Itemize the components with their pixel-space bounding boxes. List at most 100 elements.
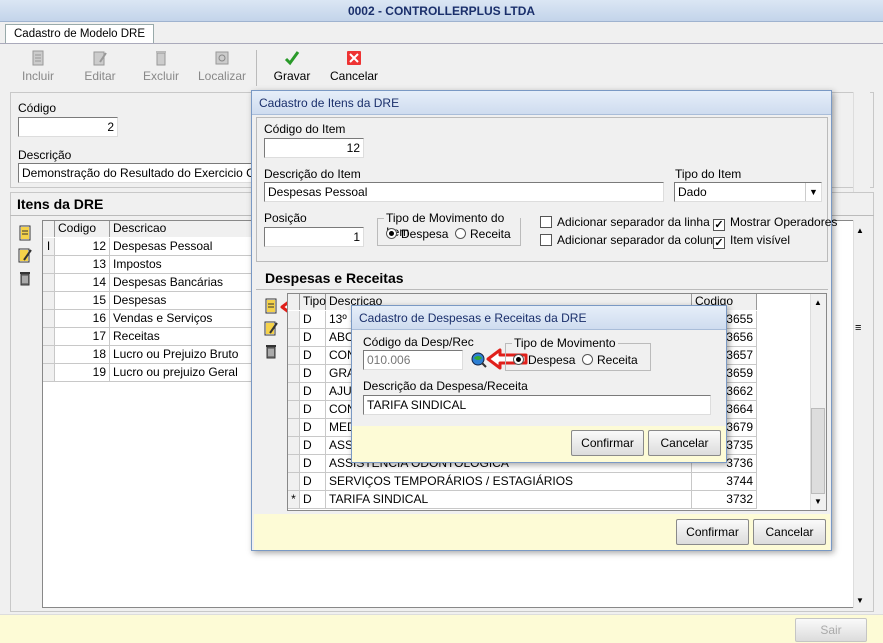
sair-button[interactable]: Sair (795, 618, 867, 642)
descricao-item-input[interactable]: Despesas Pessoal (264, 182, 664, 202)
row-indicator[interactable] (288, 329, 300, 347)
table-cell-codigo[interactable]: 18 (55, 346, 110, 364)
row-indicator[interactable] (288, 383, 300, 401)
row-indicator[interactable]: * (288, 491, 300, 509)
row-indicator[interactable] (43, 292, 55, 310)
itens-dre-scrollbar[interactable] (853, 220, 870, 608)
table-cell-codigo[interactable]: 17 (55, 328, 110, 346)
edit-item-icon[interactable] (17, 247, 33, 263)
descricao-desp-input[interactable]: TARIFA SINDICAL (363, 395, 711, 415)
table-cell-codigo[interactable]: 14 (55, 274, 110, 292)
editar-button[interactable]: Editar (80, 50, 120, 88)
cancelar-itens-button[interactable]: Cancelar (753, 519, 826, 545)
scroll-thumb[interactable] (811, 408, 825, 494)
despesa-radio[interactable]: Despesa (386, 227, 448, 241)
table-cell-tipo[interactable]: D (300, 401, 326, 419)
footer-bar (0, 614, 883, 643)
table-cell-descricao[interactable]: Impostos (110, 256, 255, 274)
table-cell-descricao[interactable]: Despesas (110, 292, 255, 310)
col-descricao-header[interactable]: Descricao (110, 221, 255, 237)
grid-indicator-header (43, 221, 55, 237)
row-indicator[interactable] (288, 473, 300, 491)
posicao-input[interactable]: 1 (264, 227, 364, 247)
checkmark-icon (284, 51, 300, 66)
table-cell-tipo[interactable]: D (300, 491, 326, 509)
descricao-input[interactable]: Demonstração do Resultado do Exercicio C… (18, 163, 258, 183)
scroll-down-icon[interactable]: ▼ (814, 497, 822, 506)
incluir-button[interactable]: Incluir (18, 50, 58, 88)
row-indicator[interactable] (288, 455, 300, 473)
table-cell-codigo[interactable]: 3732 (692, 491, 757, 509)
chevron-down-icon[interactable]: ▼ (805, 183, 821, 201)
row-indicator[interactable] (43, 346, 55, 364)
table-cell-descricao[interactable]: Vendas e Serviços (110, 310, 255, 328)
table-cell-descricao[interactable]: Lucro ou Prejuizo Bruto (110, 346, 255, 364)
delete-despesa-icon[interactable] (263, 343, 279, 359)
excluir-button[interactable]: Excluir (140, 50, 182, 88)
edit-despesa-icon[interactable] (263, 320, 279, 336)
receita-desp-radio[interactable]: Receita (582, 353, 638, 367)
delete-item-icon[interactable] (17, 270, 33, 286)
table-cell-tipo[interactable]: D (300, 365, 326, 383)
row-indicator[interactable] (288, 311, 300, 329)
gravar-button[interactable]: Gravar (272, 50, 312, 88)
sep-linha-checkbox[interactable]: Adicionar separador da linha (540, 215, 710, 229)
table-cell-tipo[interactable]: D (300, 329, 326, 347)
sep-coluna-checkbox[interactable]: Adicionar separador da coluna (540, 233, 720, 247)
row-indicator[interactable] (288, 347, 300, 365)
table-cell-codigo[interactable]: 16 (55, 310, 110, 328)
scroll-up-icon[interactable]: ▲ (856, 226, 864, 235)
table-cell-tipo[interactable]: D (300, 311, 326, 329)
row-indicator[interactable] (43, 274, 55, 292)
item-visivel-checkbox[interactable]: ✓ Item visível (713, 233, 790, 249)
table-cell-tipo[interactable]: D (300, 437, 326, 455)
main-scrollbar[interactable] (853, 92, 870, 192)
table-cell-codigo[interactable]: 3744 (692, 473, 757, 491)
table-cell-descricao[interactable]: Despesas Bancárias (110, 274, 255, 292)
table-cell-descricao[interactable]: Lucro ou prejuizo Geral (110, 364, 255, 382)
table-cell-tipo[interactable]: D (300, 347, 326, 365)
cancelar-desp-button[interactable]: Cancelar (648, 430, 721, 456)
table-cell-tipo[interactable]: D (300, 455, 326, 473)
receita-radio[interactable]: Receita (455, 227, 511, 241)
add-despesa-icon[interactable] (263, 298, 279, 314)
row-indicator[interactable] (43, 256, 55, 274)
table-cell-tipo[interactable]: D (300, 473, 326, 491)
table-cell-descricao[interactable]: Receitas (110, 328, 255, 346)
add-item-icon[interactable] (17, 225, 33, 241)
table-cell-codigo[interactable]: 15 (55, 292, 110, 310)
table-cell-tipo[interactable]: D (300, 383, 326, 401)
table-cell-descricao[interactable]: SERVIÇOS TEMPORÁRIOS / ESTAGIÁRIOS (326, 473, 692, 491)
tab-cadastro-modelo-dre[interactable]: Cadastro de Modelo DRE (5, 24, 155, 44)
row-indicator[interactable] (43, 310, 55, 328)
codigo-input[interactable]: 2 (18, 117, 118, 137)
table-cell-codigo[interactable]: 13 (55, 256, 110, 274)
despesa-desp-radio[interactable]: Despesa (513, 353, 575, 367)
codigo-desp-input[interactable]: 010.006 (363, 350, 463, 370)
localizar-button[interactable]: Localizar (198, 50, 246, 88)
col-codigo-header[interactable]: Codigo (55, 221, 110, 237)
row-indicator[interactable] (288, 437, 300, 455)
scroll-up-icon[interactable]: ▲ (814, 298, 822, 307)
row-indicator[interactable] (288, 401, 300, 419)
codigo-item-input[interactable]: 12 (264, 138, 364, 158)
cancelar-toolbar-button[interactable]: Cancelar (330, 50, 378, 88)
tipo-item-select[interactable]: Dado (674, 182, 822, 202)
table-cell-codigo[interactable]: 12 (55, 238, 110, 256)
col-tipo-header[interactable]: Tipo (300, 294, 326, 310)
row-indicator[interactable]: I (43, 238, 55, 256)
table-cell-codigo[interactable]: 19 (55, 364, 110, 382)
table-cell-descricao[interactable]: Despesas Pessoal (110, 238, 255, 256)
checkbox-empty-icon (540, 216, 552, 228)
row-indicator[interactable] (288, 365, 300, 383)
table-cell-tipo[interactable]: D (300, 419, 326, 437)
row-indicator[interactable] (43, 328, 55, 346)
mostrar-operadores-checkbox[interactable]: ✓ Mostrar Operadores (713, 215, 837, 231)
row-indicator[interactable] (43, 364, 55, 382)
scroll-thumb-grip-icon[interactable]: ≡ (855, 322, 861, 334)
confirmar-itens-button[interactable]: Confirmar (676, 519, 749, 545)
row-indicator[interactable] (288, 419, 300, 437)
confirmar-desp-button[interactable]: Confirmar (571, 430, 644, 456)
table-cell-descricao[interactable]: TARIFA SINDICAL (326, 491, 692, 509)
scroll-down-icon[interactable]: ▼ (856, 596, 864, 605)
